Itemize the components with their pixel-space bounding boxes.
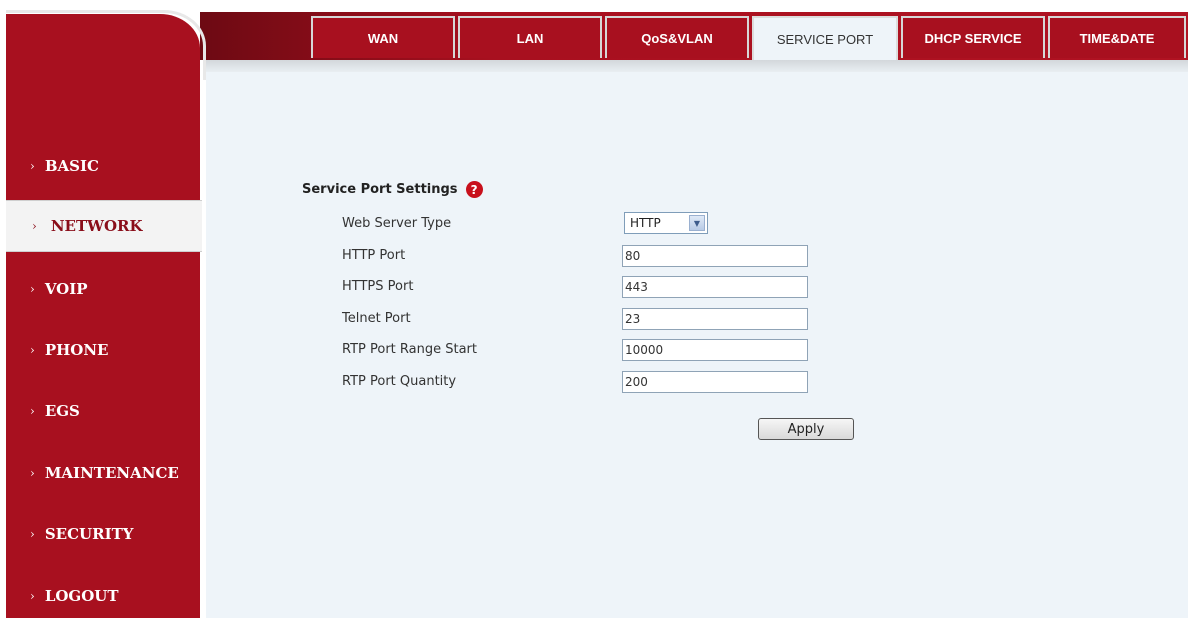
chevron-right-icon: › — [30, 466, 35, 480]
sidebar-item-maintenance[interactable]: › MAINTENANCE — [6, 447, 200, 499]
sidebar-item-logout[interactable]: › LOGOUT — [6, 570, 200, 618]
sidebar-item-voip[interactable]: › VOIP — [6, 263, 200, 315]
sidebar-item-egs[interactable]: › EGS — [6, 385, 200, 437]
section-title: Service Port Settings ? — [302, 181, 483, 198]
rtp-port-range-start-label: RTP Port Range Start — [342, 342, 477, 357]
sidebar-item-basic[interactable]: › BASIC — [6, 140, 200, 192]
chevron-right-icon: › — [30, 589, 35, 603]
sidebar-item-network[interactable]: › NETWORK — [6, 200, 202, 252]
tab-label: DHCP SERVICE — [924, 30, 1022, 46]
web-server-type-select[interactable]: HTTP ▼ — [624, 212, 708, 234]
chevron-right-icon: › — [30, 282, 35, 296]
tab-dhcp-service[interactable]: DHCP SERVICE — [901, 16, 1045, 58]
tab-time-date[interactable]: TIME&DATE — [1048, 16, 1186, 58]
content-header-band — [206, 58, 1188, 72]
chevron-right-icon: › — [32, 219, 37, 233]
telnet-port-input[interactable] — [622, 308, 808, 330]
tab-wan[interactable]: WAN — [311, 16, 455, 58]
tab-service-port[interactable]: SERVICE PORT — [752, 16, 898, 60]
tab-lan[interactable]: LAN — [458, 16, 602, 58]
chevron-right-icon: › — [30, 527, 35, 541]
sidebar: › BASIC › NETWORK › VOIP › PHONE › EGS ›… — [6, 14, 202, 618]
help-icon[interactable]: ? — [465, 181, 483, 198]
chevron-right-icon: › — [30, 404, 35, 418]
rtp-port-quantity-label: RTP Port Quantity — [342, 374, 457, 389]
web-server-type-label: Web Server Type — [342, 216, 452, 231]
sidebar-item-label: EGS — [44, 402, 80, 420]
sidebar-item-label: NETWORK — [50, 217, 143, 235]
sidebar-top-curve — [6, 10, 206, 80]
sidebar-item-label: MAINTENANCE — [44, 464, 179, 482]
tab-label: SERVICE PORT — [776, 31, 874, 47]
sidebar-item-label: VOIP — [44, 280, 88, 298]
sidebar-item-label: SECURITY — [44, 525, 134, 543]
chevron-down-icon[interactable]: ▼ — [689, 215, 705, 231]
web-server-type-value: HTTP — [630, 216, 661, 230]
tab-label: LAN — [516, 30, 544, 46]
https-port-input[interactable] — [622, 276, 808, 298]
https-port-label: HTTPS Port — [342, 279, 414, 294]
tab-label: WAN — [367, 30, 399, 46]
apply-button[interactable]: Apply — [758, 418, 854, 440]
sidebar-item-label: BASIC — [44, 157, 99, 175]
sidebar-item-label: PHONE — [44, 341, 109, 359]
sidebar-item-phone[interactable]: › PHONE — [6, 324, 200, 376]
sidebar-item-security[interactable]: › SECURITY — [6, 508, 200, 560]
rtp-port-range-start-input[interactable] — [622, 339, 808, 361]
chevron-right-icon: › — [30, 159, 35, 173]
sidebar-item-label: LOGOUT — [44, 587, 119, 605]
http-port-label: HTTP Port — [342, 248, 406, 263]
rtp-port-quantity-input[interactable] — [622, 371, 808, 393]
tab-label: QoS&VLAN — [641, 30, 713, 46]
telnet-port-label: Telnet Port — [342, 311, 411, 326]
tab-qos-vlan[interactable]: QoS&VLAN — [605, 16, 749, 58]
section-title-text: Service Port Settings — [302, 182, 458, 197]
http-port-input[interactable] — [622, 245, 808, 267]
chevron-right-icon: › — [30, 343, 35, 357]
tab-label: TIME&DATE — [1079, 30, 1155, 46]
